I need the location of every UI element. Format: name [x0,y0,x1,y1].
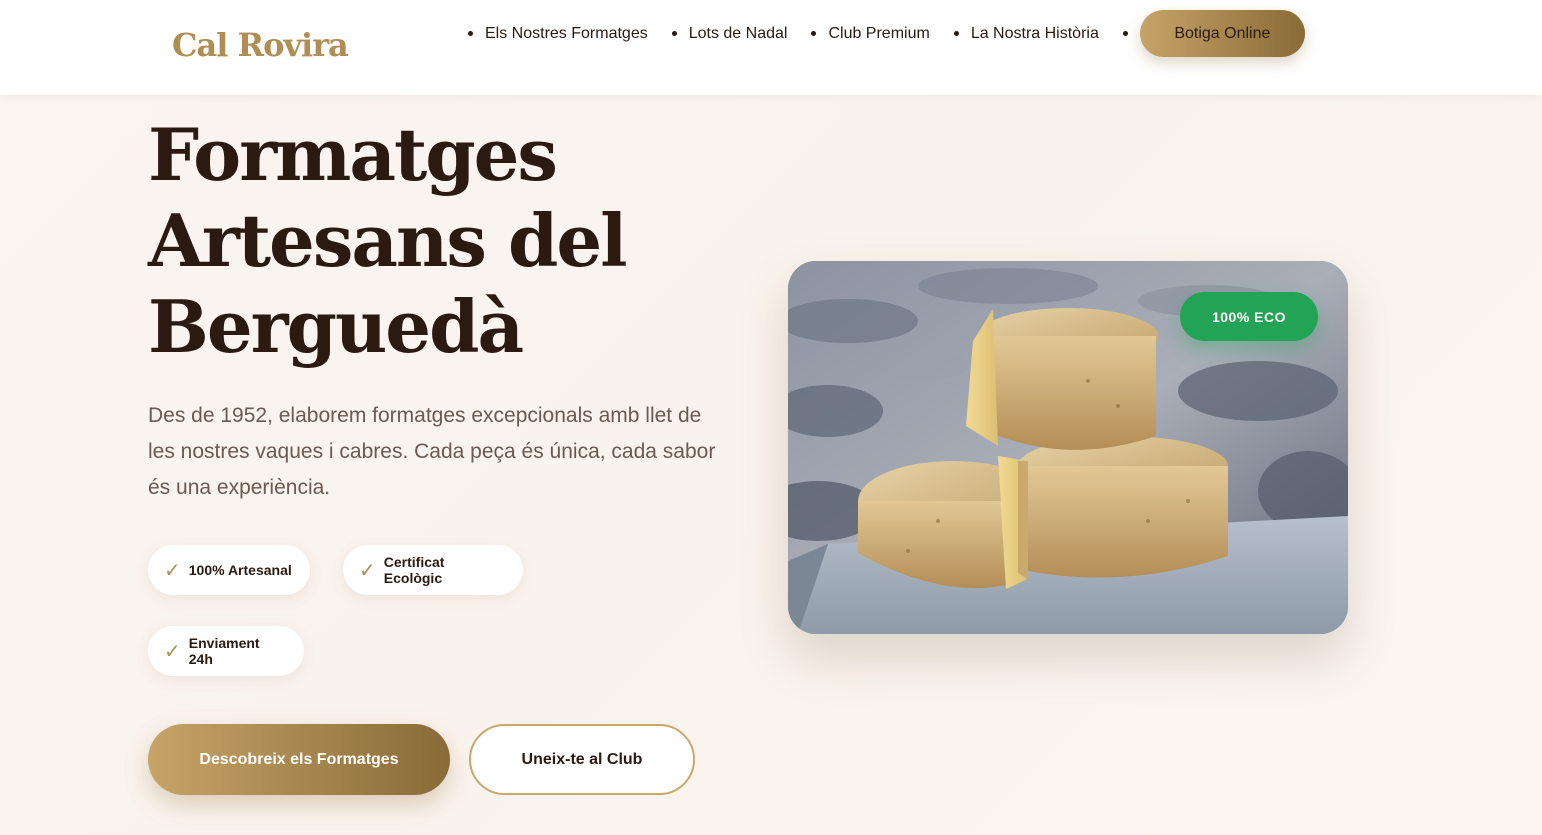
nav-item-club-premium[interactable]: Club Premium [811,24,930,43]
nav-item-lots-nadal[interactable]: Lots de Nadal [671,24,788,43]
nav-cta-wrapper: Botiga Online [1122,10,1305,57]
nav-item-label: Club Premium [828,24,930,42]
feature-badge-artesanal: ✓ 100% Artesanal [148,545,310,595]
bullet-icon [468,31,473,36]
feature-badge-ecologic: ✓ Certificat Ecològic [343,545,523,595]
nav-item-historia[interactable]: La Nostra Història [953,24,1099,43]
discover-cheeses-button[interactable]: Descobreix els Formatges [148,724,450,795]
hero-title-line: Artesans del [148,198,628,283]
hero-title-line: Berguedà [148,284,524,369]
eco-badge: 100% ECO [1180,292,1318,341]
checkmark-icon: ✓ [164,640,181,663]
brand-logo[interactable]: Cal Rovira [172,26,349,64]
bullet-icon [953,31,959,36]
feature-label: Enviament 24h [188,635,260,667]
join-club-button[interactable]: Uneix-te al Club [469,724,695,795]
shop-online-button[interactable]: Botiga Online [1139,10,1305,57]
hero-title: Formatges Artesans del Berguedà [148,112,748,370]
nav-item-formatges[interactable]: Els Nostres Formatges [468,25,648,43]
feature-badge-enviament: ✓ Enviament 24h [148,626,304,676]
checkmark-icon: ✓ [164,559,181,582]
bullet-icon [811,31,817,36]
bullet-icon [671,31,677,36]
nav-item-label: Els Nostres Formatges [485,24,648,42]
hero-title-line: Formatges [148,112,558,197]
nav-item-label: La Nostra Història [970,24,1099,42]
feature-label: Certificat Ecològic [383,554,445,586]
hero-description: Des de 1952, elaborem formatges excepcio… [148,404,716,499]
feature-label: 100% Artesanal [188,562,292,578]
main-nav: Els Nostres Formatges Lots de Nadal Club… [468,10,1305,57]
nav-item-label: Lots de Nadal [688,24,788,42]
checkmark-icon: ✓ [359,559,376,582]
bullet-icon [1122,31,1128,36]
site-header: Cal Rovira Els Nostres Formatges Lots de… [0,0,1542,95]
